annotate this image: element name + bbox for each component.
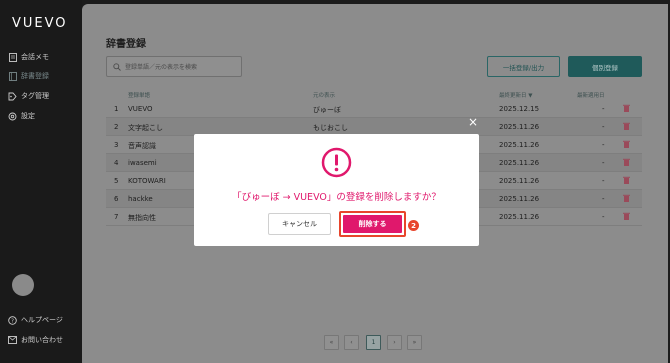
sidebar-item-label: 会話メモ [21, 53, 49, 61]
mail-icon [8, 336, 17, 345]
sidebar-item-contact[interactable]: お問い合わせ [8, 332, 78, 348]
column-header-used[interactable]: 最新適用日 [577, 91, 605, 99]
row-word: hackke [128, 195, 153, 203]
help-icon: ? [8, 315, 17, 325]
sidebar-item-label: お問い合わせ [21, 336, 63, 344]
gear-icon [8, 112, 17, 121]
search-input[interactable]: 登録単語／元の表示を検索 [106, 56, 242, 77]
row-updated: 2025.12.15 [499, 105, 540, 113]
row-number: 7 [114, 213, 119, 221]
cancel-button[interactable]: キャンセル [268, 213, 331, 235]
alert-icon [321, 147, 352, 178]
row-used: - [602, 123, 605, 131]
delete-confirm-dialog: 「びゅーぼ → VUEVO」の登録を削除しますか？ キャンセル 削除する 2 [194, 134, 479, 246]
trash-icon[interactable] [623, 212, 630, 222]
trash-icon[interactable] [623, 140, 630, 150]
trash-icon[interactable] [623, 158, 630, 168]
sidebar-item-dictionary[interactable]: 辞書登録 [8, 68, 78, 84]
svg-text:?: ? [11, 318, 14, 324]
search-icon [113, 62, 121, 71]
row-word: VUEVO [128, 105, 153, 113]
row-updated: 2025.11.26 [499, 177, 540, 185]
row-used: - [602, 105, 605, 113]
sidebar-item-conversation-memo[interactable]: 会話メモ [8, 49, 78, 65]
column-header-word[interactable]: 登録単語 [128, 91, 150, 99]
pagination-current[interactable]: 1 [366, 335, 381, 350]
row-word: 音声認識 [128, 142, 156, 150]
trash-icon[interactable] [623, 176, 630, 186]
delete-button[interactable]: 削除する [343, 215, 402, 233]
row-updated: 2025.11.26 [499, 141, 540, 149]
app-logo: VUEVO [12, 16, 68, 31]
row-word: iwasemi [128, 159, 157, 167]
sidebar-item-label: 辞書登録 [21, 72, 49, 80]
table-row[interactable]: 1 VUEVO びゅーぼ 2025.12.15 - [106, 100, 642, 118]
row-word: 文字起こし [128, 124, 163, 132]
sidebar: VUEVO 会話メモ 辞書登録 タグ管理 設定 ? ヘルプページ お問い合わせ [0, 0, 82, 363]
sidebar-item-help[interactable]: ? ヘルプページ [8, 312, 78, 328]
row-word: 無指向性 [128, 214, 156, 222]
single-register-button[interactable]: 個別登録 [568, 56, 642, 77]
row-updated: 2025.11.26 [499, 159, 540, 167]
delete-button-highlight: 削除する [339, 211, 406, 237]
pagination-last[interactable]: » [407, 335, 422, 350]
row-number: 2 [114, 123, 119, 131]
step-badge: 2 [408, 220, 419, 231]
row-number: 3 [114, 141, 119, 149]
trash-icon[interactable] [623, 104, 630, 114]
pagination-next[interactable]: › [387, 335, 402, 350]
trash-icon[interactable] [623, 194, 630, 204]
pagination-prev[interactable]: ‹ [344, 335, 359, 350]
row-number: 6 [114, 195, 119, 203]
sidebar-item-label: ヘルプページ [21, 316, 63, 324]
row-used: - [602, 177, 605, 185]
row-number: 1 [114, 105, 119, 113]
page-title: 辞書登録 [106, 39, 146, 50]
book-icon [8, 71, 17, 81]
row-used: - [602, 195, 605, 203]
sidebar-item-label: 設定 [21, 112, 35, 120]
sidebar-item-label: タグ管理 [21, 92, 49, 100]
modal-close-button[interactable]: × [466, 115, 480, 129]
column-header-reading[interactable]: 元の表示 [313, 91, 335, 99]
row-reading: もじおこし [313, 124, 348, 132]
row-used: - [602, 141, 605, 149]
row-used: - [602, 159, 605, 167]
trash-icon[interactable] [623, 122, 630, 132]
row-updated: 2025.11.26 [499, 213, 540, 221]
row-updated: 2025.11.26 [499, 123, 540, 131]
row-number: 4 [114, 159, 119, 167]
row-updated: 2025.11.26 [499, 195, 540, 203]
row-reading: びゅーぼ [313, 106, 341, 114]
row-word: KOTOWARI [128, 177, 166, 185]
row-used: - [602, 213, 605, 221]
column-header-updated[interactable]: 最終更新日 ▼ [499, 91, 532, 99]
row-number: 5 [114, 177, 119, 185]
bulk-register-button[interactable]: 一括登録/出力 [487, 56, 560, 77]
sidebar-item-tags[interactable]: タグ管理 [8, 88, 78, 104]
tag-icon [8, 92, 17, 101]
pagination-first[interactable]: « [324, 335, 339, 350]
document-icon [8, 52, 17, 62]
sidebar-item-settings[interactable]: 設定 [8, 108, 78, 124]
modal-message: 「びゅーぼ → VUEVO」の登録を削除しますか？ [232, 192, 441, 203]
avatar[interactable] [12, 274, 34, 296]
search-placeholder: 登録単語／元の表示を検索 [125, 64, 198, 71]
